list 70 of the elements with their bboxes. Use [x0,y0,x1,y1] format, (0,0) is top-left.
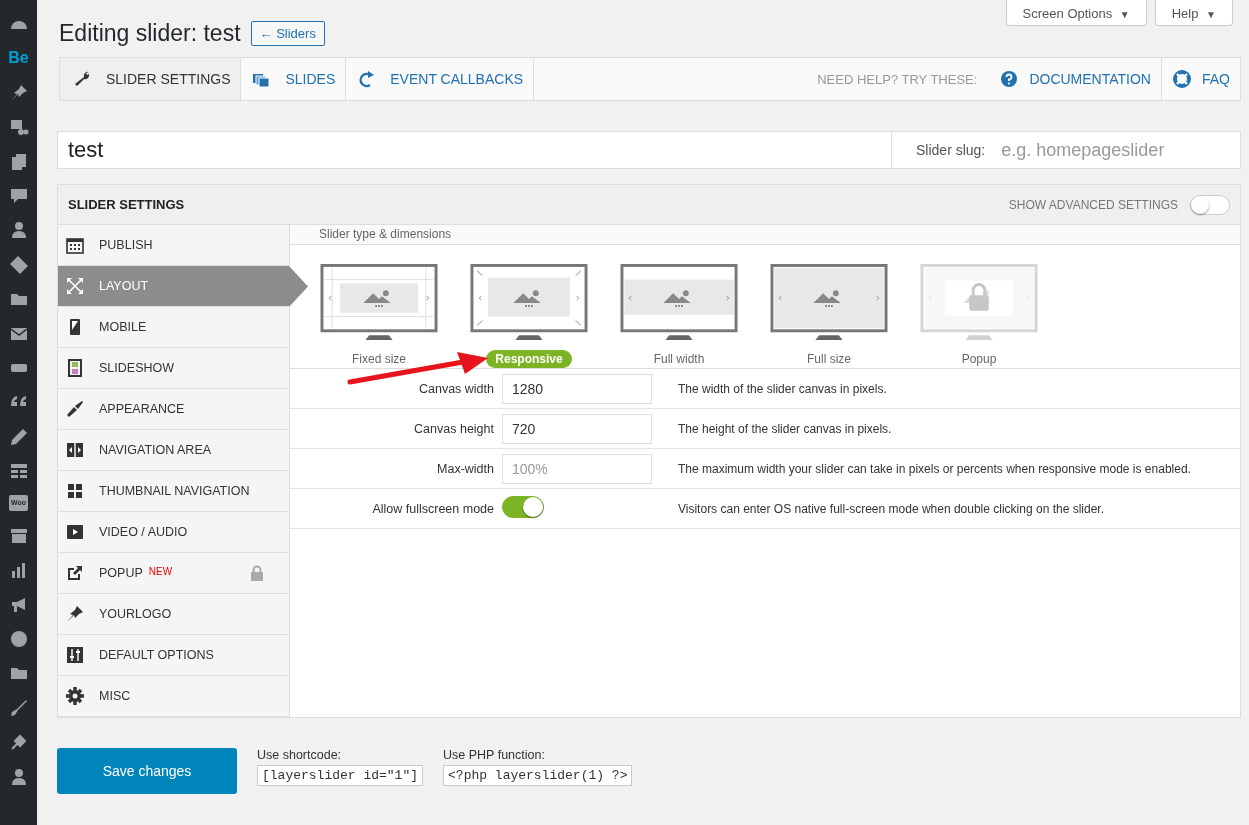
field-label: Max-width [436,461,495,476]
sliders-icon [65,645,85,665]
settings-nav-item[interactable]: APPEARANCE [58,389,289,430]
tab[interactable]: SLIDES [241,58,347,100]
help-link[interactable]: FAQ [1202,71,1230,87]
field-label: Canvas height [413,421,495,436]
panel-title: SLIDER SETTINGS [68,197,185,212]
toggle-switch[interactable] [502,496,544,518]
slider-type-label[interactable]: Fixed size [343,350,415,368]
php-function-label: Use PHP function: [443,748,546,762]
toggle-switch[interactable] [1190,194,1230,215]
field-description: Visitors can enter OS native full-screen mode when double clicking on the slider. [678,501,1104,516]
slider-type-label[interactable]: Full size [798,350,860,368]
input-field[interactable]: 720 [502,413,652,444]
tab-label[interactable]: EVENT CALLBACKS [390,71,524,87]
tab-label[interactable]: SLIDER SETTINGS [106,71,231,87]
section-title: Slider type & dimensions [290,225,1240,245]
tab[interactable]: SLIDER SETTINGS [60,58,242,100]
advanced-settings-label: SHOW ADVANCED SETTINGS [1008,197,1178,212]
page-title: Editing slider: test [59,20,241,47]
lifebuoy-icon [1172,69,1192,89]
field-description: The width of the slider canvas in pixels. [678,381,887,396]
slider-name-field[interactable]: test [57,131,891,169]
input-field[interactable]: 100% [502,453,652,484]
slider-type-label[interactable]: Full width [644,350,714,368]
settings-nav-item[interactable]: YOURLOGO [58,594,289,635]
play-icon [65,522,85,542]
tab-label[interactable]: SLIDES [285,71,336,87]
slug-field-box[interactable]: Slider slug: e.g. homepageslider [891,131,1241,169]
settings-nav-item[interactable]: SLIDESHOW [58,348,289,389]
field-label: Canvas width [417,381,495,396]
screen-options-tab[interactable]: Screen Options ▼ [1005,0,1147,26]
settings-nav-item[interactable]: DEFAULT OPTIONS [58,635,289,676]
monitor-drawing[interactable] [319,264,439,342]
settings-nav-item[interactable]: THUMBNAIL NAVIGATION [58,471,289,512]
film-icon [65,358,85,378]
shortcode-label: Use shortcode: [257,748,343,762]
monitor-drawing[interactable] [619,264,739,342]
menu-logo[interactable]: Be [8,48,29,69]
external-icon [65,563,85,583]
shortcode-field[interactable]: [layerslider id="1"] [257,765,424,786]
tab[interactable]: EVENT CALLBACKS [346,58,535,100]
slug-label: Slider slug: [915,142,987,158]
pin-icon [65,604,85,624]
help-tab[interactable]: Help ▼ [1154,0,1233,26]
settings-nav-item[interactable]: VIDEO / AUDIO [58,512,289,553]
grid-icon [65,481,85,501]
navarrows-icon [65,440,85,460]
field-label: Allow fullscreen mode [371,501,495,516]
brush-icon [65,399,85,419]
field-description: The maximum width your slider can take in pixels or percents when responsive mode is enabled. [678,461,1191,476]
help-label: NEED HELP? TRY THESE: [817,71,978,87]
input-field[interactable]: 1280 [502,373,652,404]
field-description: The height of the slider canvas in pixels. [678,421,892,436]
expand-icon [65,276,85,296]
monitor-drawing[interactable] [469,264,589,342]
slug-field[interactable]: e.g. homepageslider [999,138,1240,162]
settings-nav-item[interactable]: NAVIGATION AREA [58,430,289,471]
calendar-icon [65,235,85,255]
back-button[interactable]: ← Sliders [250,21,325,46]
settings-nav-item[interactable]: POPUP NEW [58,553,289,594]
gear-icon [65,686,85,706]
help-link[interactable]: DOCUMENTATION [1029,71,1151,87]
php-function-field[interactable]: <?php layerslider(1) ?> [443,765,633,786]
new-label: NEW [148,566,173,577]
monitor-drawing[interactable] [769,264,889,342]
settings-nav-item[interactable]: MOBILE [58,307,289,348]
question-icon [999,69,1020,89]
settings-nav-item[interactable]: MISC [58,676,289,717]
save-button[interactable]: Save changes [57,748,237,794]
